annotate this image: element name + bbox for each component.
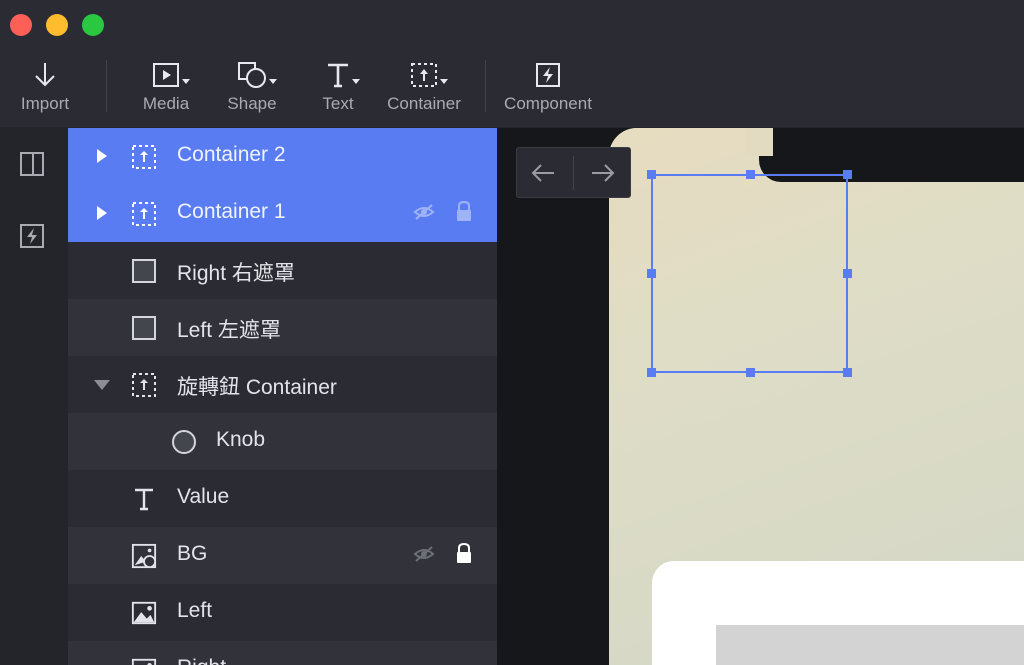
container-icon bbox=[131, 144, 157, 170]
text-label: Text bbox=[322, 94, 354, 113]
shape-icon bbox=[237, 58, 277, 92]
grey-block[interactable] bbox=[716, 625, 1024, 665]
media-play-icon bbox=[152, 58, 190, 92]
container-label: Container bbox=[387, 94, 461, 113]
lock-icon[interactable] bbox=[455, 200, 473, 228]
layer-name: Container 1 bbox=[177, 200, 286, 223]
component-label: Component bbox=[504, 94, 592, 113]
import-button[interactable]: Import bbox=[18, 58, 72, 118]
collapse-arrow-icon[interactable] bbox=[94, 380, 110, 390]
notch-corner bbox=[745, 128, 773, 156]
layer-row[interactable]: 旋轉鈕 Container bbox=[68, 356, 497, 413]
text-button[interactable]: Text bbox=[318, 58, 360, 118]
hidden-eye-icon[interactable] bbox=[413, 544, 435, 570]
panel-toggle-icon[interactable] bbox=[18, 150, 46, 178]
layer-row[interactable]: Container 2 bbox=[68, 128, 497, 185]
layer-row[interactable]: Right bbox=[68, 641, 497, 665]
import-label: Import bbox=[20, 94, 70, 113]
component-bolt-icon bbox=[535, 58, 561, 92]
left-rail bbox=[0, 128, 68, 665]
layer-name: Knob bbox=[216, 428, 266, 451]
resize-handle[interactable] bbox=[843, 269, 852, 278]
history-nav bbox=[516, 147, 631, 198]
layer-name: Value bbox=[177, 485, 230, 508]
resize-handle[interactable] bbox=[746, 368, 755, 377]
layer-name: Right bbox=[177, 656, 226, 665]
text-icon bbox=[131, 486, 157, 512]
chevron-down-icon bbox=[269, 79, 277, 84]
layer-name: 旋轉鈕 Container bbox=[177, 376, 337, 399]
toolbar-divider bbox=[106, 60, 107, 112]
toolbar-divider bbox=[485, 60, 486, 112]
rectangle-icon bbox=[131, 315, 157, 341]
shape-label: Shape bbox=[227, 94, 277, 113]
chevron-down-icon bbox=[182, 79, 190, 84]
resize-handle[interactable] bbox=[647, 170, 656, 179]
layer-name: BG bbox=[177, 542, 208, 565]
resize-handle[interactable] bbox=[843, 170, 852, 179]
layer-row[interactable]: Knob bbox=[68, 413, 497, 470]
resize-handle[interactable] bbox=[746, 170, 755, 179]
container-tool-icon bbox=[410, 58, 448, 92]
component-button[interactable]: Component bbox=[502, 58, 594, 118]
media-label: Media bbox=[142, 94, 190, 113]
hidden-eye-icon[interactable] bbox=[413, 202, 435, 228]
circle-icon bbox=[171, 429, 197, 455]
resize-handle[interactable] bbox=[647, 269, 656, 278]
arrow-left-icon bbox=[531, 164, 554, 182]
layer-row[interactable]: Left bbox=[68, 584, 497, 641]
selection-box[interactable] bbox=[651, 174, 848, 373]
layer-row[interactable]: BG bbox=[68, 527, 497, 584]
container-icon bbox=[131, 372, 157, 398]
minimize-window-button[interactable] bbox=[46, 14, 68, 36]
image-shape-icon bbox=[131, 543, 157, 569]
layer-name: Left bbox=[177, 599, 213, 622]
layer-row[interactable]: Container 1 bbox=[68, 185, 497, 242]
shape-button[interactable]: Shape bbox=[226, 58, 278, 118]
design-canvas[interactable] bbox=[497, 128, 1024, 665]
lock-icon[interactable] bbox=[455, 542, 473, 570]
image-icon bbox=[131, 657, 157, 665]
resize-handle[interactable] bbox=[647, 368, 656, 377]
rectangle-icon bbox=[131, 258, 157, 284]
text-tool-icon bbox=[326, 58, 360, 92]
toolbar: Import Media Shape Text Container Compon… bbox=[0, 50, 1024, 128]
layer-name: Right 右遮罩 bbox=[177, 262, 295, 285]
download-arrow-icon bbox=[33, 58, 57, 92]
layers-panel: Container 2 Container 1 Right 右遮罩 Left 左… bbox=[68, 128, 497, 665]
media-button[interactable]: Media bbox=[140, 58, 192, 118]
image-icon bbox=[131, 600, 157, 626]
layer-row[interactable]: Left 左遮罩 bbox=[68, 299, 497, 356]
expand-arrow-icon[interactable] bbox=[97, 149, 107, 163]
title-bar bbox=[0, 0, 1024, 50]
layer-name: Container 2 bbox=[177, 143, 286, 166]
undo-button[interactable] bbox=[523, 156, 563, 190]
chevron-down-icon bbox=[352, 79, 360, 84]
expand-arrow-icon[interactable] bbox=[97, 206, 107, 220]
redo-button[interactable] bbox=[583, 156, 623, 190]
layer-name: Left 左遮罩 bbox=[177, 319, 281, 342]
nav-divider bbox=[573, 156, 574, 190]
resize-handle[interactable] bbox=[843, 368, 852, 377]
arrow-right-icon bbox=[592, 164, 615, 182]
maximize-window-button[interactable] bbox=[82, 14, 104, 36]
chevron-down-icon bbox=[440, 79, 448, 84]
container-icon bbox=[131, 201, 157, 227]
container-button[interactable]: Container bbox=[384, 58, 464, 118]
close-window-button[interactable] bbox=[10, 14, 32, 36]
layer-row[interactable]: Right 右遮罩 bbox=[68, 242, 497, 299]
components-panel-icon[interactable] bbox=[18, 222, 46, 250]
layer-row[interactable]: Value bbox=[68, 470, 497, 527]
